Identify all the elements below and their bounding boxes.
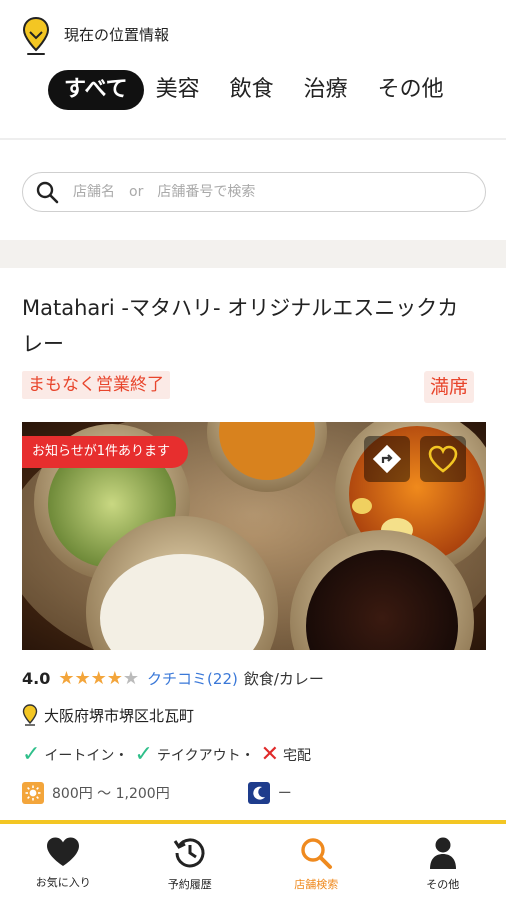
service-delivery: ✕ 宅配 bbox=[260, 742, 312, 767]
section-divider bbox=[0, 240, 506, 268]
shop-name[interactable]: Matahari -マタハリ- オリジナルエスニックカレー bbox=[22, 290, 462, 362]
tab-all[interactable]: すべて bbox=[48, 70, 144, 110]
person-icon bbox=[429, 837, 456, 869]
price-row: 800円 ～ 1,200円 ー bbox=[22, 782, 292, 804]
shop-photo[interactable]: お知らせが1件あります bbox=[22, 422, 486, 650]
cross-icon: ✕ bbox=[260, 742, 280, 767]
nav-favorites[interactable]: お気に入り bbox=[0, 824, 127, 900]
star-icon: ★ bbox=[106, 667, 123, 689]
nav-search[interactable]: 店舗検索 bbox=[253, 824, 380, 900]
heart-icon bbox=[47, 837, 80, 866]
tab-other[interactable]: その他 bbox=[378, 70, 444, 110]
moon-icon bbox=[247, 782, 270, 804]
tab-food[interactable]: 飲食 bbox=[230, 70, 274, 110]
nav-other[interactable]: その他 bbox=[380, 824, 506, 900]
favorite-button[interactable] bbox=[420, 436, 466, 482]
nav-history[interactable]: 予約履歴 bbox=[127, 824, 254, 900]
star-rating: ★ ★ ★ ★ ★ bbox=[58, 667, 140, 689]
search-input[interactable] bbox=[73, 184, 453, 200]
location-label: 現在の位置情報 bbox=[64, 25, 170, 44]
category-tabs: すべて 美容 飲食 治療 その他 bbox=[48, 70, 474, 110]
route-button[interactable] bbox=[364, 436, 410, 482]
search-bar[interactable] bbox=[22, 172, 486, 212]
star-icon: ★ bbox=[74, 667, 91, 689]
heart-outline-icon bbox=[428, 445, 458, 473]
notice-banner[interactable]: お知らせが1件あります bbox=[22, 436, 189, 468]
address-row: 大阪府堺市堺区北瓦町 bbox=[22, 704, 194, 726]
rating-row: 4.0 ★ ★ ★ ★ ★ クチコミ(22) 飲食/カレー bbox=[22, 668, 324, 689]
nav-label: お気に入り bbox=[35, 876, 91, 889]
star-icon: ★ bbox=[90, 667, 107, 689]
service-options: ✓ イートイン・ ✓ テイクアウト・ ✕ 宅配 bbox=[22, 742, 317, 767]
bottom-nav: お気に入り 予約履歴 店舗検索 その他 bbox=[0, 820, 506, 900]
star-icon: ★ bbox=[58, 667, 75, 689]
current-location[interactable]: 現在の位置情報 bbox=[22, 16, 169, 56]
nav-label: 店舗検索 bbox=[294, 878, 339, 891]
rating-value: 4.0 bbox=[22, 669, 51, 688]
tab-treatment[interactable]: 治療 bbox=[304, 70, 348, 110]
tab-beauty[interactable]: 美容 bbox=[156, 70, 200, 110]
shop-address: 大阪府堺市堺区北瓦町 bbox=[44, 706, 195, 725]
availability-badge: 満席 bbox=[424, 371, 475, 403]
search-icon bbox=[36, 181, 59, 204]
check-icon: ✓ bbox=[134, 742, 153, 767]
nav-label: その他 bbox=[426, 878, 460, 891]
lunch-price: 800円 ～ 1,200円 bbox=[52, 786, 170, 802]
nav-label: 予約履歴 bbox=[167, 878, 212, 891]
check-icon: ✓ bbox=[22, 742, 41, 767]
genre-label: 飲食/カレー bbox=[243, 670, 324, 688]
dinner-price: ー bbox=[277, 786, 292, 802]
header: 現在の位置情報 すべて 美容 飲食 治療 その他 bbox=[0, 0, 506, 140]
service-eat-in: ✓ イートイン・ bbox=[22, 742, 129, 767]
star-empty-icon: ★ bbox=[122, 667, 140, 689]
location-pin-icon bbox=[22, 704, 38, 726]
service-takeout: ✓ テイクアウト・ bbox=[134, 742, 255, 767]
sun-icon bbox=[22, 782, 44, 804]
location-pin-icon bbox=[22, 16, 50, 55]
reviews-link[interactable]: クチコミ(22) bbox=[147, 668, 238, 689]
search-icon bbox=[301, 838, 333, 869]
directions-icon bbox=[372, 444, 402, 474]
history-icon bbox=[173, 838, 205, 868]
status-badge: まもなく営業終了 bbox=[22, 371, 170, 399]
